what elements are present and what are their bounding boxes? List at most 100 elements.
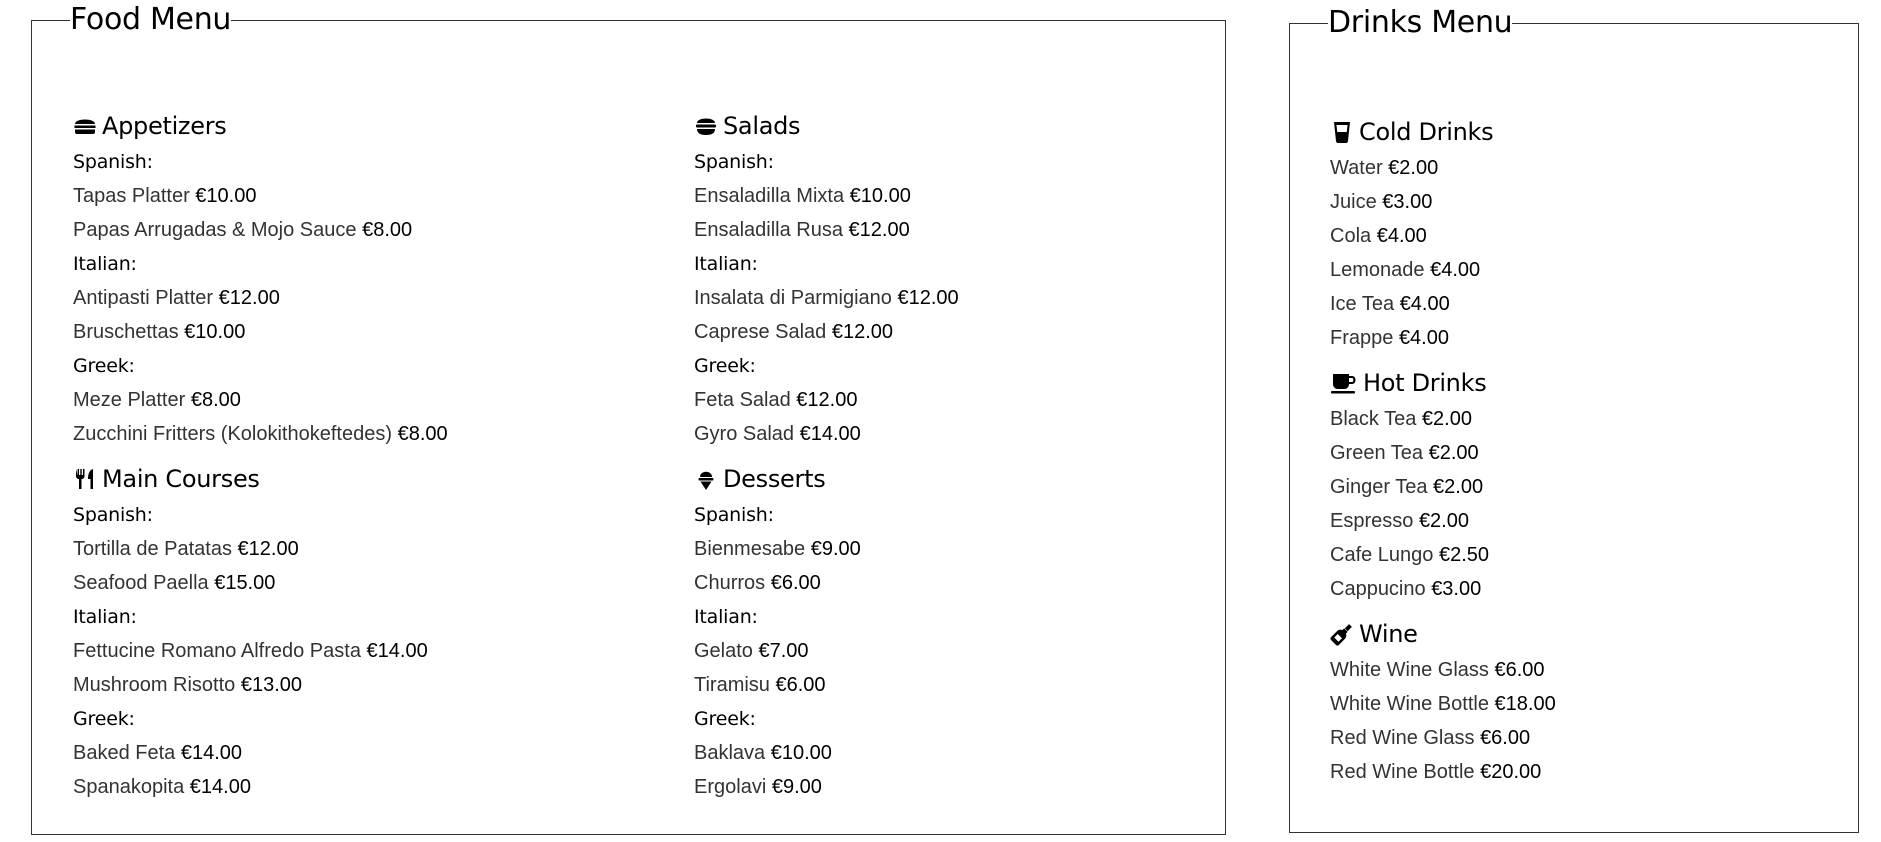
menu-item-name: Ensaladilla Rusa (694, 219, 843, 241)
menu-item-price: €13.00 (240, 674, 303, 696)
menu-item-name: Zucchini Fritters (Kolokithokeftedes) (73, 423, 393, 445)
menu-item: Cafe Lungo €2.50 (1330, 538, 1556, 572)
menu-item-price: €10.00 (184, 321, 246, 343)
salad-icon (696, 118, 716, 135)
menu-item-price: €15.00 (214, 572, 276, 594)
menu-item-name: Cola (1330, 225, 1372, 247)
section-main-courses: Main Courses Spanish: Tortilla de Patatas… (73, 462, 448, 804)
menu-item-name: Cappucino (1330, 578, 1426, 600)
menu-item: Juice €3.00 (1330, 185, 1556, 219)
food-menu-title: Food Menu (70, 2, 232, 37)
menu-item-price: €14.00 (366, 640, 428, 662)
menu-item-name: Spanakopita (73, 776, 185, 798)
menu-item-price: €12.00 (848, 219, 910, 241)
cuisine-label: Italian: (73, 606, 137, 628)
menu-item: Tiramisu €6.00 (694, 668, 959, 702)
ice-cream-icon (698, 471, 714, 490)
menu-item-price: €4.00 (1430, 259, 1481, 281)
menu-item-name: Lemonade (1330, 259, 1425, 281)
menu-item-name: Seafood Paella (73, 572, 209, 594)
section-appetizers: Appetizers Spanish: Tapas Platter €10.00 P… (73, 109, 448, 451)
menu-item-price: €6.00 (770, 572, 821, 594)
cold-drinks-items: Water €2.00 Juice €3.00 Cola €4.00 Lemonade… (1330, 151, 1556, 355)
menu-item-price: €6.00 (775, 674, 826, 696)
food-menu-panel: Food Menu Appetizers Spanish: Tapas Platt… (31, 3, 1226, 835)
menu-item: Ensaladilla Mixta €10.00 (694, 179, 959, 213)
food-column-left: Appetizers Spanish: Tapas Platter €10.00 P… (73, 109, 448, 815)
drinks-menu-panel: Drinks Menu Cold Drinks Water €2.00 Juice… (1289, 6, 1859, 833)
menu-item: Cola €4.00 (1330, 219, 1556, 253)
menu-item: Ginger Tea €2.00 (1330, 470, 1556, 504)
menu-item-price: €12.00 (831, 321, 894, 343)
menu-item-name: Insalata di Parmigiano (694, 287, 892, 309)
menu-item: Green Tea €2.00 (1330, 436, 1556, 470)
appetizers-title: Appetizers (102, 111, 227, 140)
hot-drinks-heading: Hot Drinks (1330, 366, 1556, 399)
menu-item-name: Ice Tea (1330, 293, 1395, 315)
menu-item: Churros €6.00 (694, 566, 959, 600)
menu-item: Gyro Salad €14.00 (694, 417, 959, 451)
menu-item-name: Frappe (1330, 327, 1394, 349)
appetizers-heading: Appetizers (73, 109, 448, 142)
menu-item-price: €9.00 (771, 776, 822, 798)
menu-item-name: Gelato (694, 640, 753, 662)
menu-item-price: €14.00 (189, 776, 251, 798)
menu-item-price: €2.00 (1421, 408, 1472, 430)
menu-item-name: Water (1330, 157, 1383, 179)
food-column-right: Salads Spanish: Ensaladilla Mixta €10.00 E… (694, 109, 959, 815)
menu-item-name: Caprese Salad (694, 321, 827, 343)
salads-title: Salads (723, 111, 801, 140)
menu-item: Cappucino €3.00 (1330, 572, 1556, 606)
menu-item: Lemonade €4.00 (1330, 253, 1556, 287)
cuisine-label: Spanish: (73, 504, 153, 526)
menu-item-name: Tiramisu (694, 674, 770, 696)
cuisine-label: Greek: (694, 708, 756, 730)
menu-item-name: Tapas Platter (73, 185, 190, 207)
cuisine-label: Spanish: (694, 504, 774, 526)
menu-item-price: €10.00 (195, 185, 257, 207)
cold-drinks-heading: Cold Drinks (1330, 115, 1556, 148)
menu-item: White Wine Bottle €18.00 (1330, 687, 1556, 721)
menu-item-name: Red Wine Glass (1330, 727, 1475, 749)
cuisine-label: Italian: (73, 253, 137, 275)
menu-item: Ergolavi €9.00 (694, 770, 959, 804)
menu-item-price: €12.00 (218, 287, 280, 309)
menu-item-price: €2.00 (1418, 510, 1469, 532)
menu-item-name: Ensaladilla Mixta (694, 185, 845, 207)
menu-item-name: Black Tea (1330, 408, 1417, 430)
menu-item-price: €8.00 (190, 389, 241, 411)
menu-item-name: Tortilla de Patatas (73, 538, 232, 560)
hot-drinks-items: Black Tea €2.00 Green Tea €2.00 Ginger Tea… (1330, 402, 1556, 606)
menu-item-price: €2.00 (1433, 476, 1484, 498)
menu-item-price: €6.00 (1494, 659, 1545, 681)
menu-item: Spanakopita €14.00 (73, 770, 448, 804)
cuisine-label: Italian: (694, 606, 758, 628)
menu-item: Papas Arrugadas & Mojo Sauce €8.00 (73, 213, 448, 247)
menu-item: Frappe €4.00 (1330, 321, 1556, 355)
menu-item-name: Churros (694, 572, 766, 594)
main-courses-items: Spanish: Tortilla de Patatas €12.00 Seafoo… (73, 498, 448, 804)
menu-item-name: Meze Platter (73, 389, 186, 411)
menu-item-price: €7.00 (758, 640, 809, 662)
hot-drinks-title: Hot Drinks (1363, 368, 1487, 397)
menu-item: Black Tea €2.00 (1330, 402, 1556, 436)
glass-icon (1334, 121, 1350, 143)
menu-item-price: €8.00 (362, 219, 413, 241)
menu-item-name: Bienmesabe (694, 538, 806, 560)
main-courses-title: Main Courses (102, 464, 260, 493)
menu-item: Zucchini Fritters (Kolokithokeftedes) €8… (73, 417, 448, 451)
menu-item-price: €10.00 (770, 742, 832, 764)
cuisine-label: Greek: (73, 708, 135, 730)
menu-item: Bienmesabe €9.00 (694, 532, 959, 566)
menu-item-name: White Wine Glass (1330, 659, 1489, 681)
section-desserts: Desserts Spanish: Bienmesabe €9.00 Churros… (694, 462, 959, 804)
cuisine-label: Spanish: (694, 151, 774, 173)
menu-item: Caprese Salad €12.00 (694, 315, 959, 349)
wine-title: Wine (1359, 619, 1418, 648)
menu-item: Tortilla de Patatas €12.00 (73, 532, 448, 566)
section-salads: Salads Spanish: Ensaladilla Mixta €10.00 E… (694, 109, 959, 451)
menu-item-name: Feta Salad (694, 389, 791, 411)
section-wine: Wine White Wine Glass €6.00 White Wine Bo… (1330, 617, 1556, 789)
menu-item-name: Bruschettas (73, 321, 179, 343)
menu-item: Ensaladilla Rusa €12.00 (694, 213, 959, 247)
